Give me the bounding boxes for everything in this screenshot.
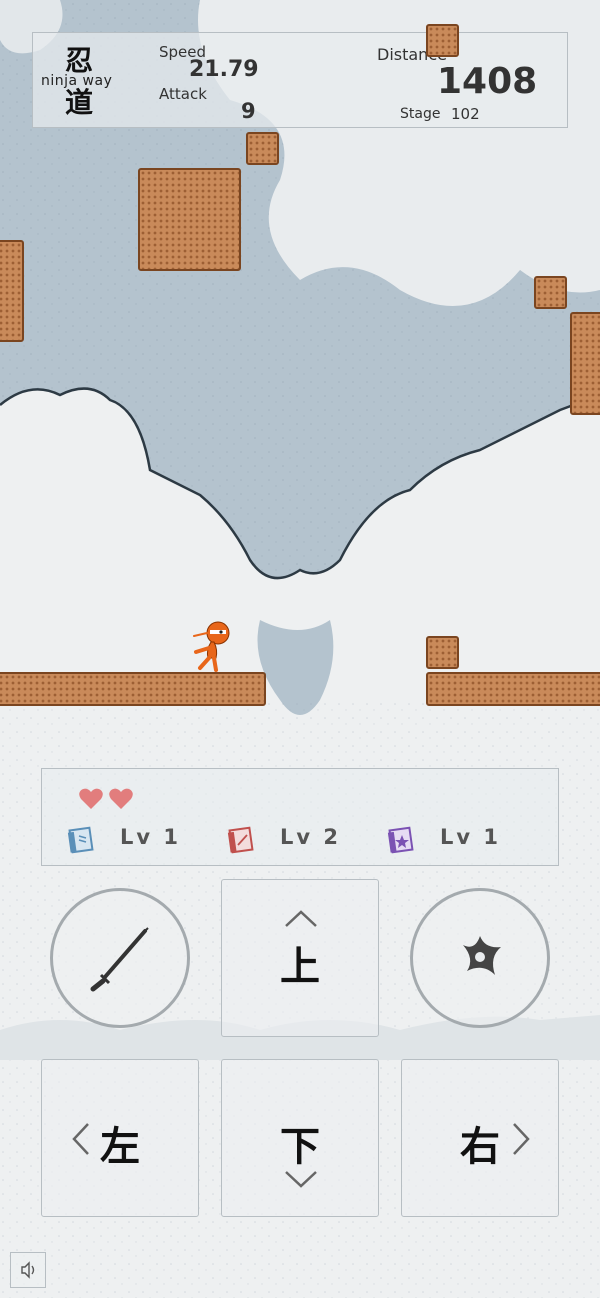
heart-icon: [109, 788, 133, 809]
attack-label: Attack: [159, 85, 207, 103]
logo-kanji-top: 忍: [65, 44, 94, 77]
chevron-up-icon: [285, 910, 317, 927]
left-button[interactable]: 左: [41, 1059, 199, 1217]
brick-block: [534, 276, 567, 309]
blue-scroll-level: Lv 1: [120, 825, 181, 849]
score-panel: 忍 道 ninja way Speed 21.79 Attack 9 Dista…: [32, 32, 568, 128]
brick-block: [0, 240, 24, 342]
down-button[interactable]: 下: [221, 1059, 379, 1217]
brick-block: [138, 168, 241, 271]
status-panel: Lv 1 Lv 2 Lv 1: [41, 768, 559, 866]
stage-value: 102: [451, 105, 480, 123]
distance-value: 1408: [437, 61, 538, 102]
chevron-down-icon: [285, 1171, 317, 1188]
brick-block: [426, 636, 459, 669]
right-button[interactable]: 右: [401, 1059, 559, 1217]
brick-block: [570, 312, 600, 415]
blue-scroll-icon: [67, 826, 94, 854]
ground-platform: [0, 672, 266, 706]
right-label: 右: [460, 1123, 500, 1170]
ground-platform: [426, 672, 600, 706]
heart-icon: [79, 788, 103, 809]
sound-toggle-button[interactable]: [10, 1252, 46, 1288]
chevron-left-icon: [72, 1123, 89, 1155]
logo-kanji-bottom: 道: [65, 86, 94, 119]
brick-block: [426, 24, 459, 57]
stage-label: Stage: [400, 106, 441, 122]
brick-block: [246, 132, 279, 165]
ninja-player: [193, 621, 230, 672]
left-label: 左: [100, 1123, 140, 1170]
chevron-right-icon: [513, 1123, 530, 1155]
purple-scroll-icon: [387, 826, 414, 854]
logo-text: ninja way: [41, 73, 113, 89]
red-scroll-level: Lv 2: [280, 825, 341, 849]
shuriken-throw-button[interactable]: [410, 888, 550, 1028]
red-scroll-icon: [227, 826, 254, 854]
speed-value: 21.79: [189, 57, 259, 82]
down-label: 下: [280, 1123, 320, 1170]
purple-scroll-level: Lv 1: [440, 825, 501, 849]
speaker-icon: [21, 1261, 35, 1279]
up-button[interactable]: 上: [221, 879, 379, 1037]
attack-value: 9: [241, 99, 256, 123]
up-label: 上: [280, 943, 320, 990]
sword-icon: [90, 927, 149, 992]
sword-attack-button[interactable]: [50, 888, 190, 1028]
shuriken-icon: [463, 936, 501, 975]
